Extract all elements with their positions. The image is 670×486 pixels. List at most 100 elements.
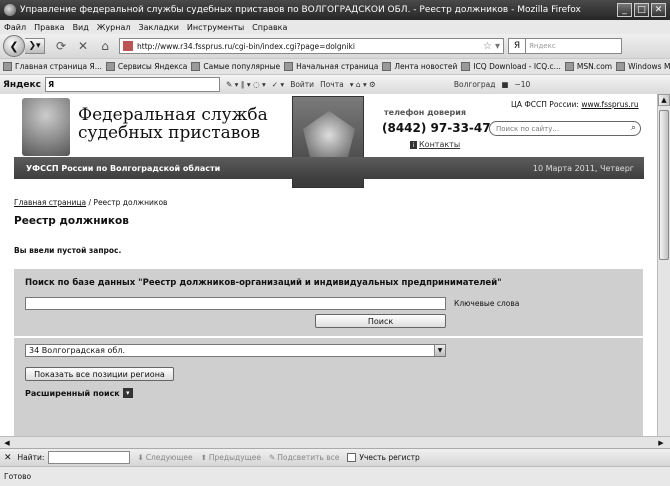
empty-query-message: Вы ввели пустой запрос. — [14, 246, 122, 255]
menu-file[interactable]: Файл — [4, 23, 26, 32]
address-bar[interactable]: http://www.r34.fssprus.ru/cgi-bin/index.… — [119, 38, 504, 54]
page-title: Реестр должников — [14, 215, 129, 227]
scroll-up-icon[interactable]: ▲ — [658, 94, 670, 106]
advanced-search-toggle[interactable]: Расширенный поиск ▾ — [25, 388, 133, 398]
find-input[interactable] — [48, 451, 131, 464]
forward-button[interactable]: ❯▾ — [25, 38, 45, 54]
checkbox-box[interactable] — [347, 453, 357, 462]
breadcrumb-current: Реестр должников — [93, 198, 168, 207]
show-all-region-button[interactable]: Показать все позиции региона — [25, 367, 174, 381]
find-previous-button[interactable]: ⬆ Предыдущее — [201, 453, 261, 462]
page-icon — [105, 62, 115, 71]
weather-city[interactable]: Волгоград — [454, 80, 496, 89]
arrow-up-icon: ⬆ — [200, 453, 207, 462]
window-titlebar: Управление федеральной службы судебных п… — [0, 0, 670, 20]
bookmark-star-icon[interactable]: ☆ — [483, 41, 492, 52]
dropdown-arrow-icon[interactable]: ▾ — [495, 41, 500, 52]
scroll-right-icon[interactable]: ▶ — [655, 437, 667, 448]
weather-icon: ■ — [501, 80, 509, 89]
close-icon[interactable]: ✕ — [4, 453, 12, 463]
scroll-thumb[interactable] — [659, 110, 669, 260]
yandex-mail[interactable]: Почта — [320, 80, 344, 89]
highlight-icon: ✎ — [268, 453, 276, 462]
folder-icon — [191, 62, 201, 71]
bookmark-item[interactable]: MSN.com — [564, 62, 612, 71]
stop-icon[interactable]: ✕ — [75, 38, 91, 54]
match-case-checkbox[interactable]: Учесть регистр — [347, 453, 420, 462]
site-favicon-icon — [123, 41, 133, 51]
bookmark-item[interactable]: Начальная страница — [284, 62, 378, 71]
contacts-link[interactable]: Контакты — [419, 140, 460, 149]
weather-temperature: −10 — [514, 80, 531, 89]
menu-help[interactable]: Справка — [252, 23, 287, 32]
current-date: 10 Марта 2011, Четверг — [532, 163, 634, 173]
bookmark-item[interactable]: Сервисы Яндекса — [105, 62, 187, 71]
site-search-input[interactable]: Поиск по сайту... ⌕ — [489, 121, 641, 136]
menu-tools[interactable]: Инструменты — [187, 23, 244, 32]
search-icon[interactable]: ⌕ — [631, 123, 636, 133]
firefox-icon — [4, 4, 16, 16]
find-label: Найти: — [17, 453, 45, 462]
back-button[interactable]: ❮ — [3, 35, 25, 57]
horizontal-scrollbar[interactable]: ◀ ▶ — [0, 436, 670, 448]
menu-view[interactable]: Вид — [73, 23, 89, 32]
arrow-down-icon: ⬇ — [137, 453, 144, 462]
window-title: Управление федеральной службы судебных п… — [20, 5, 581, 15]
menu-edit[interactable]: Правка — [34, 23, 64, 32]
maximize-button[interactable]: □ — [634, 3, 649, 17]
check-icon[interactable]: ✓ ▾ — [272, 80, 284, 89]
debtor-search-panel: Поиск по базе данных "Реестр должников-о… — [14, 269, 643, 436]
window-controls: _ □ ✕ — [617, 3, 666, 17]
bookmarks-toolbar: Главная страница Я... Сервисы Яндекса Са… — [0, 58, 670, 74]
home-icon[interactable]: ⌂ — [97, 38, 113, 54]
page-icon — [616, 62, 626, 71]
more-icon[interactable]: ▾ ⌂ ▾ ⚙ — [350, 80, 376, 89]
chevron-down-icon[interactable]: ▼ — [434, 345, 445, 356]
bookmark-item[interactable]: Самые популярные — [191, 62, 280, 71]
bookmark-item[interactable]: Windows Media — [616, 62, 670, 71]
breadcrumb-home-link[interactable]: Главная страница — [14, 198, 86, 207]
page-icon — [461, 62, 471, 71]
volgograd-monument-logo — [22, 98, 70, 156]
status-text: Готово — [4, 472, 32, 481]
search-panel-title: Поиск по базе данных "Реестр должников-о… — [25, 278, 502, 288]
tools-icon[interactable]: ✎ ▾ ∥ ▾ ◌ ▾ — [226, 80, 266, 89]
keywords-label: Ключевые слова — [454, 299, 520, 308]
close-button[interactable]: ✕ — [651, 3, 666, 17]
find-next-button[interactable]: ⬇ Следующее — [137, 453, 192, 462]
minimize-button[interactable]: _ — [617, 3, 632, 17]
search-button[interactable]: Поиск — [315, 314, 446, 328]
scroll-left-icon[interactable]: ◀ — [1, 437, 13, 448]
info-icon: i — [410, 141, 417, 149]
central-office-link[interactable]: www.fssprus.ru — [581, 100, 638, 109]
hotline-number: (8442) 97-33-47 — [382, 121, 491, 135]
hotline-label: телефон доверия — [384, 108, 467, 117]
page-icon — [3, 62, 12, 71]
yandex-toolbar: Яндекс Я ✎ ▾ ∥ ▾ ◌ ▾ ✓ ▾ Войти Почта ▾ ⌂… — [0, 74, 670, 94]
yandex-logo[interactable]: Яндекс — [3, 80, 41, 90]
region-name: УФССП России по Волгоградской области — [26, 163, 221, 173]
browser-search-input[interactable]: Яндекс — [526, 38, 622, 54]
find-bar: ✕ Найти: ⬇ Следующее ⬆ Предыдущее ✎ Подсвет… — [0, 448, 670, 466]
chevron-down-icon[interactable]: ▾ — [122, 388, 133, 398]
address-url[interactable]: http://www.r34.fssprus.ru/cgi-bin/index.… — [137, 42, 483, 51]
region-select[interactable]: 34 Волгоградская обл. ▼ — [25, 344, 446, 357]
search-engine-selector[interactable]: Я — [508, 38, 526, 54]
org-name: Федеральная служба судебных приставов — [78, 105, 268, 143]
region-banner: УФССП России по Волгоградской области 10… — [14, 157, 644, 179]
page-icon — [564, 62, 574, 71]
bookmark-item[interactable]: Лента новостей — [382, 62, 457, 71]
central-office: ЦА ФССП России: www.fssprus.ru — [511, 100, 639, 109]
vertical-scrollbar[interactable]: ▲ — [657, 94, 670, 436]
yandex-search-input[interactable]: Я — [44, 77, 220, 92]
rss-icon — [382, 62, 392, 71]
highlight-all-button[interactable]: ✎ Подсветить все — [269, 453, 339, 462]
menu-bookmarks[interactable]: Закладки — [138, 23, 178, 32]
yandex-login[interactable]: Войти — [290, 80, 314, 89]
navigation-toolbar: ❮ ❯▾ ⟳ ✕ ⌂ http://www.r34.fssprus.ru/cgi… — [0, 34, 670, 58]
reload-icon[interactable]: ⟳ — [53, 38, 69, 54]
bookmark-item[interactable]: Главная страница Я... — [3, 62, 102, 71]
keywords-input[interactable] — [25, 297, 446, 310]
menu-history[interactable]: Журнал — [97, 23, 131, 32]
bookmark-item[interactable]: ICQ Download - ICQ.c... — [461, 62, 561, 71]
